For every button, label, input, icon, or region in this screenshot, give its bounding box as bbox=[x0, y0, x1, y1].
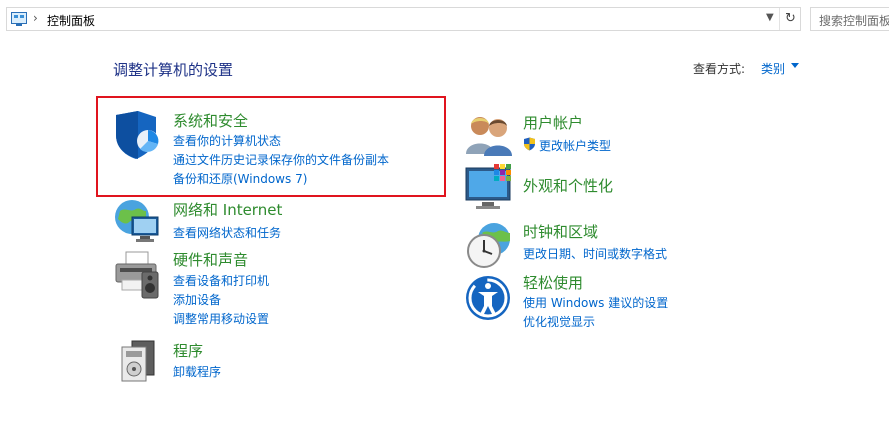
category-appearance-personalization[interactable]: 外观和个性化 bbox=[523, 175, 613, 196]
personalization-monitor-icon bbox=[465, 164, 511, 209]
link-windows-recommended-settings[interactable]: 使用 Windows 建议的设置 bbox=[523, 294, 668, 311]
link-mobility-settings[interactable]: 调整常用移动设置 bbox=[173, 310, 269, 327]
breadcrumb-chevron-icon: › bbox=[33, 11, 38, 25]
category-clock-region[interactable]: 时钟和区域 bbox=[523, 221, 598, 242]
view-by-dropdown[interactable]: 类别 bbox=[761, 60, 785, 77]
view-by-label: 查看方式: bbox=[693, 62, 746, 76]
view-by-caret-icon[interactable] bbox=[791, 63, 799, 68]
control-panel-icon bbox=[11, 12, 27, 26]
link-change-account-type[interactable]: 更改帐户类型 bbox=[539, 137, 611, 154]
link-optimize-visual-display[interactable]: 优化视觉显示 bbox=[523, 313, 595, 330]
users-icon bbox=[466, 117, 512, 156]
category-user-accounts[interactable]: 用户帐户 bbox=[523, 112, 583, 133]
ease-of-access-icon bbox=[466, 276, 510, 320]
link-change-date-time-format[interactable]: 更改日期、时间或数字格式 bbox=[523, 245, 667, 262]
breadcrumb-control-panel[interactable]: 控制面板 bbox=[47, 12, 95, 29]
address-bar[interactable]: › 控制面板 ▼ ↻ bbox=[6, 7, 801, 31]
link-view-computer-status[interactable]: 查看你的计算机状态 bbox=[173, 132, 281, 149]
link-uninstall-program[interactable]: 卸载程序 bbox=[173, 363, 221, 380]
link-add-device[interactable]: 添加设备 bbox=[173, 291, 221, 308]
link-file-history-backup[interactable]: 通过文件历史记录保存你的文件备份副本 bbox=[173, 151, 389, 168]
refresh-icon[interactable]: ↻ bbox=[779, 8, 801, 30]
address-dropdown-icon[interactable]: ▼ bbox=[766, 12, 774, 23]
shield-icon bbox=[116, 111, 159, 159]
category-system-security[interactable]: 系统和安全 bbox=[173, 110, 248, 131]
uac-shield-icon bbox=[524, 137, 535, 151]
network-globe-icon bbox=[115, 200, 159, 242]
category-network-internet[interactable]: 网络和 Internet bbox=[173, 199, 282, 220]
link-backup-restore[interactable]: 备份和还原(Windows 7) bbox=[173, 170, 307, 187]
category-hardware-sound[interactable]: 硬件和声音 bbox=[173, 249, 248, 270]
search-input[interactable]: 搜索控制面板 bbox=[810, 7, 889, 31]
category-ease-of-access[interactable]: 轻松使用 bbox=[523, 272, 583, 293]
clock-globe-icon bbox=[467, 223, 510, 268]
link-network-status[interactable]: 查看网络状态和任务 bbox=[173, 224, 281, 241]
category-programs[interactable]: 程序 bbox=[173, 340, 203, 361]
programs-icon bbox=[121, 340, 155, 382]
link-devices-printers[interactable]: 查看设备和打印机 bbox=[173, 272, 269, 289]
printer-icon bbox=[115, 251, 159, 299]
page-title: 调整计算机的设置 bbox=[113, 61, 234, 79]
